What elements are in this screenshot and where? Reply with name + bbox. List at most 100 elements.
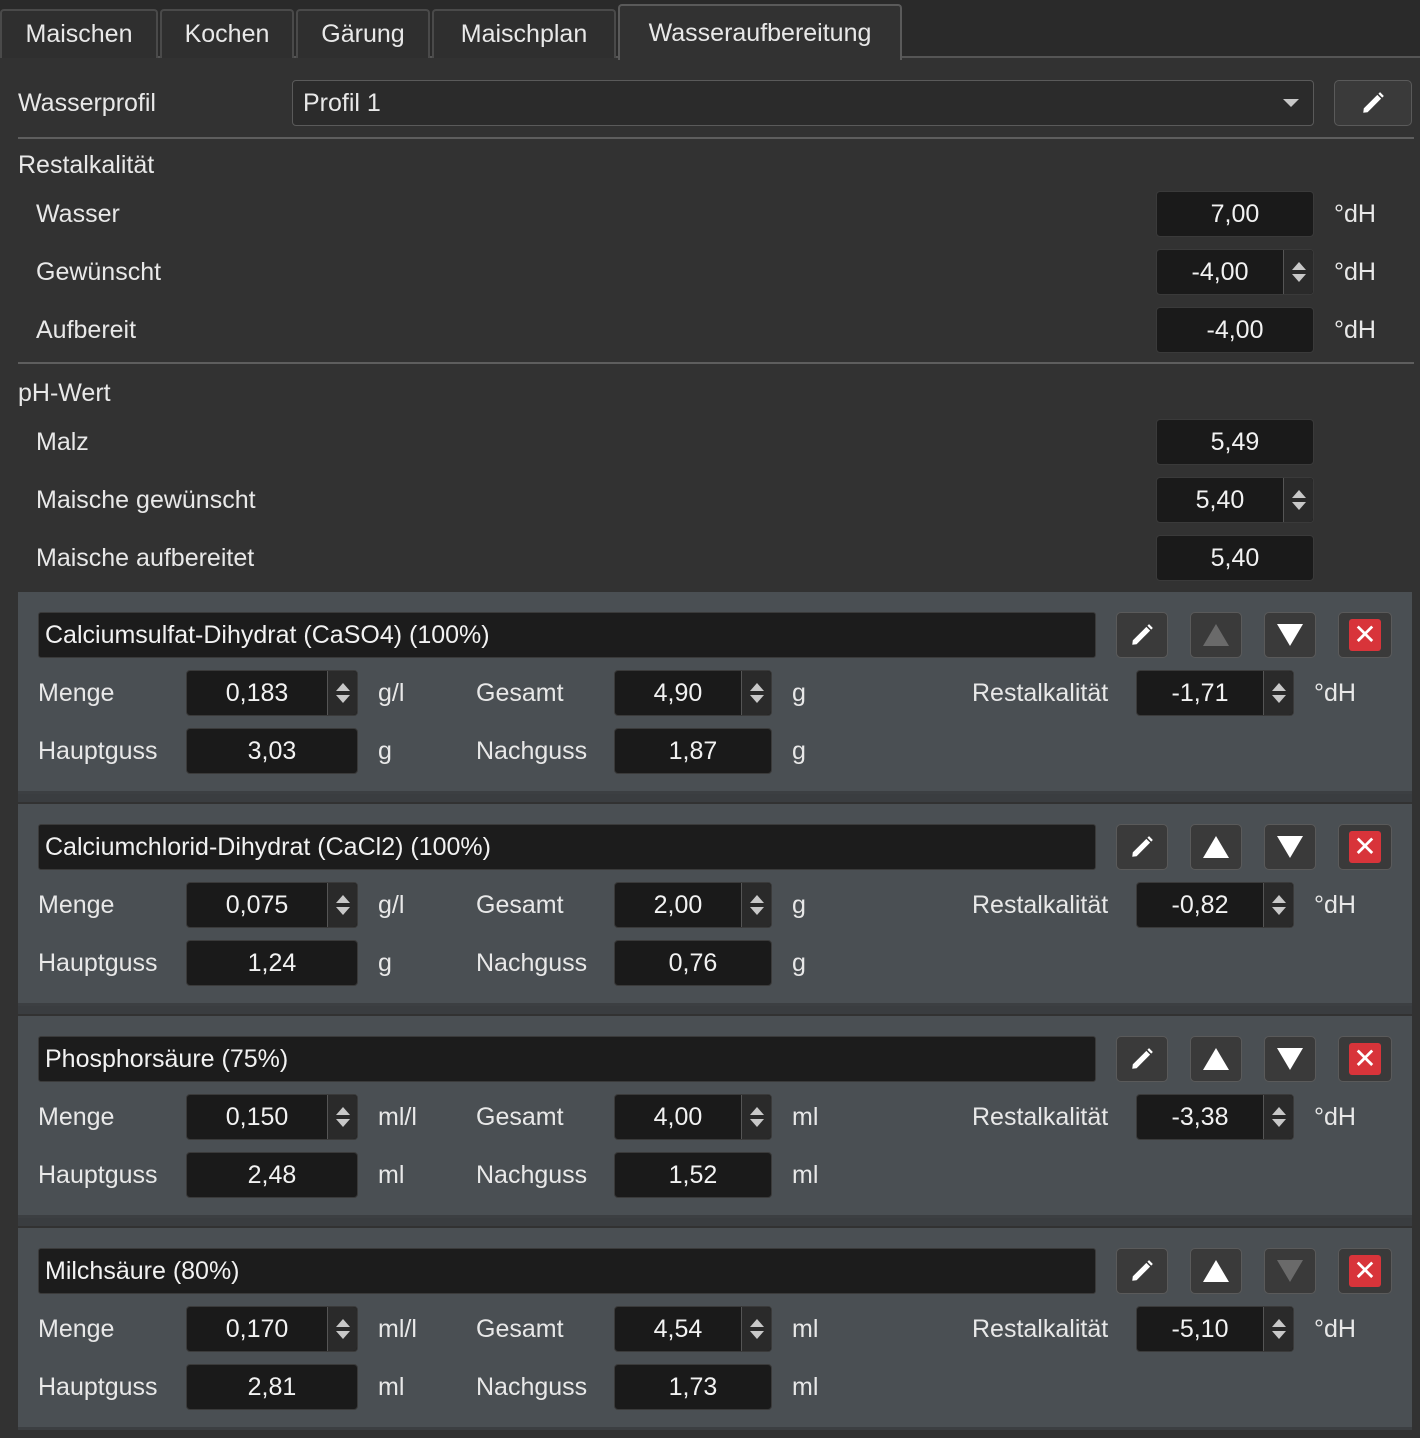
tab-gaerung[interactable]: Gärung [296,9,430,58]
wasser-label: Wasser [36,199,120,228]
spin-down-icon[interactable] [749,907,764,915]
wasserprofil-select[interactable]: Profil 1 [292,80,1314,126]
spin-buttons[interactable] [1283,478,1313,522]
spin-buttons[interactable] [327,1307,357,1351]
edit-additive-button[interactable] [1116,1248,1168,1294]
menge-spinbox[interactable]: 0,075 [186,882,358,928]
spin-buttons[interactable] [1263,671,1293,715]
tab-maischplan[interactable]: Maischplan [432,9,616,58]
spin-buttons[interactable] [1263,1307,1293,1351]
wasser-unit: °dH [1334,199,1376,228]
move-down-button[interactable] [1264,612,1316,658]
spin-up-icon[interactable] [1271,1319,1286,1327]
spin-buttons[interactable] [327,671,357,715]
spin-down-icon[interactable] [335,695,350,703]
hauptguss-label: Hauptguss [38,1160,158,1189]
spin-up-icon[interactable] [749,683,764,691]
spin-down-icon[interactable] [1271,1331,1286,1339]
edit-additive-button[interactable] [1116,612,1168,658]
menge-spinbox[interactable]: 0,150 [186,1094,358,1140]
spin-buttons[interactable] [741,883,771,927]
restalkalitaet-spinbox[interactable]: -1,71 [1136,670,1294,716]
gesamt-label: Gesamt [476,1102,564,1131]
spin-down-icon[interactable] [1291,502,1306,510]
spin-down-icon[interactable] [335,907,350,915]
move-up-button[interactable] [1190,1248,1242,1294]
additive-name: Calciumsulfat-Dihydrat (CaSO4) (100%) [45,620,490,649]
menge-value: 0,183 [225,678,289,707]
spin-up-icon[interactable] [1291,490,1306,498]
nachguss-value: 1,73 [614,1364,772,1410]
gesamt-spinbox[interactable]: 4,90 [614,670,772,716]
spin-up-icon[interactable] [1271,895,1286,903]
spin-down-icon[interactable] [749,695,764,703]
spin-buttons[interactable] [1263,1095,1293,1139]
spin-up-icon[interactable] [335,1319,350,1327]
spin-down-icon[interactable] [335,1331,350,1339]
edit-profile-button[interactable] [1334,80,1412,126]
delete-button[interactable]: ✕ [1338,612,1392,658]
spin-down-icon[interactable] [1271,907,1286,915]
spin-down-icon[interactable] [1291,274,1306,282]
additive-name-field[interactable]: Calciumchlorid-Dihydrat (CaCl2) (100%) [38,824,1096,870]
spin-buttons[interactable] [327,883,357,927]
menge-label: Menge [38,1314,115,1343]
menge-spinbox[interactable]: 0,170 [186,1306,358,1352]
spin-down-icon[interactable] [749,1331,764,1339]
additive-name-field[interactable]: Phosphorsäure (75%) [38,1036,1096,1082]
spin-down-icon[interactable] [1271,1119,1286,1127]
tab-kochen[interactable]: Kochen [160,9,294,58]
menge-value: 0,150 [225,1102,289,1131]
hauptguss-label: Hauptguss [38,736,158,765]
gesamt-label: Gesamt [476,678,564,707]
spin-down-icon[interactable] [1271,695,1286,703]
spin-up-icon[interactable] [335,895,350,903]
tab-maischen[interactable]: Maischen [0,9,158,58]
gesamt-spinbox[interactable]: 2,00 [614,882,772,928]
edit-additive-button[interactable] [1116,1036,1168,1082]
spin-up-icon[interactable] [1291,262,1306,270]
spin-up-icon[interactable] [749,1319,764,1327]
gewuenscht-spinbox[interactable]: -4,00 [1156,249,1314,295]
move-down-button[interactable] [1264,1036,1316,1082]
restalkalitaet-spinbox[interactable]: -0,82 [1136,882,1294,928]
spin-buttons[interactable] [327,1095,357,1139]
spin-up-icon[interactable] [749,895,764,903]
spin-up-icon[interactable] [335,1107,350,1115]
spin-up-icon[interactable] [335,683,350,691]
delete-button[interactable]: ✕ [1338,1036,1392,1082]
nachguss-value-text: 1,87 [668,736,718,765]
close-icon: ✕ [1349,1043,1381,1075]
spin-down-icon[interactable] [335,1119,350,1127]
tab-bar: Maischen Kochen Gärung Maischplan Wasser… [0,0,1420,60]
spin-buttons[interactable] [1263,883,1293,927]
move-down-button[interactable] [1264,824,1316,870]
gesamt-spinbox[interactable]: 4,00 [614,1094,772,1140]
spin-up-icon[interactable] [1271,683,1286,691]
tab-wasseraufbereitung[interactable]: Wasseraufbereitung [618,4,902,60]
gesamt-spinbox[interactable]: 4,54 [614,1306,772,1352]
move-up-button[interactable] [1190,1036,1242,1082]
delete-button[interactable]: ✕ [1338,824,1392,870]
spin-buttons[interactable] [1283,250,1313,294]
maische-gewuenscht-spinbox[interactable]: 5,40 [1156,477,1314,523]
gesamt-unit: g [792,678,806,707]
menge-value: 0,075 [225,890,289,919]
spin-buttons[interactable] [741,671,771,715]
hauptguss-value-text: 1,24 [247,948,297,977]
nachguss-value-text: 1,73 [668,1372,718,1401]
restalkalitaet-spinbox[interactable]: -3,38 [1136,1094,1294,1140]
menge-spinbox[interactable]: 0,183 [186,670,358,716]
spin-up-icon[interactable] [749,1107,764,1115]
spin-buttons[interactable] [741,1307,771,1351]
delete-button[interactable]: ✕ [1338,1248,1392,1294]
spin-up-icon[interactable] [1271,1107,1286,1115]
maische-gewuenscht-value: 5,40 [1195,485,1245,514]
restalkalitaet-spinbox[interactable]: -5,10 [1136,1306,1294,1352]
additive-name-field[interactable]: Milchsäure (80%) [38,1248,1096,1294]
spin-buttons[interactable] [741,1095,771,1139]
additive-name-field[interactable]: Calciumsulfat-Dihydrat (CaSO4) (100%) [38,612,1096,658]
edit-additive-button[interactable] [1116,824,1168,870]
move-up-button[interactable] [1190,824,1242,870]
spin-down-icon[interactable] [749,1119,764,1127]
